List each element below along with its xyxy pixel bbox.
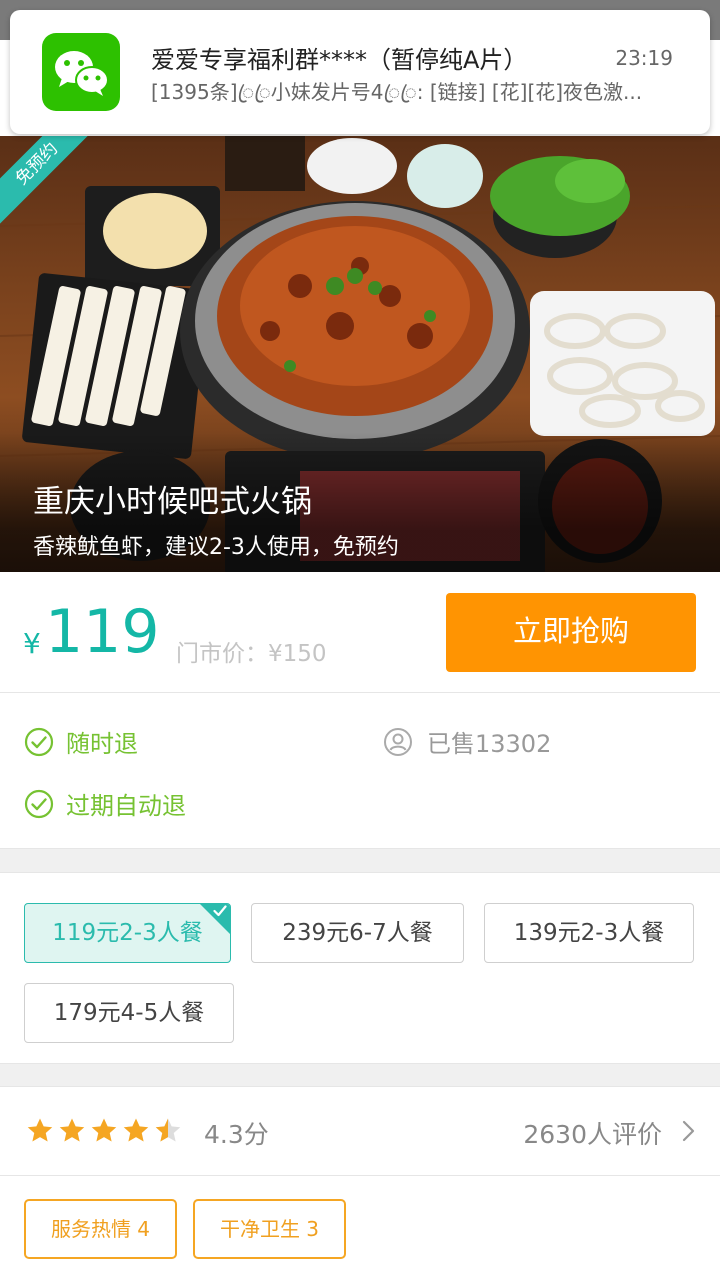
- option-label: 119元2-3人餐: [52, 920, 203, 946]
- user-icon: [384, 727, 412, 756]
- star-rating: [25, 1116, 185, 1146]
- review-tags: 服务热情 4 干净卫生 3: [0, 1177, 720, 1280]
- star-half-icon: [155, 1118, 181, 1142]
- section-divider: [0, 848, 720, 873]
- wechat-icon: [42, 33, 120, 111]
- rating-score: 4.3分: [204, 1120, 269, 1149]
- deal-subtitle: 香辣鱿鱼虾，建议2-3人使用，免预约: [33, 535, 399, 560]
- option-label: 139元2-3人餐: [513, 920, 665, 946]
- feature-label: 随时退: [66, 730, 138, 758]
- star-full-icon: [123, 1118, 149, 1142]
- notification-title: 爱爱专享福利群****（暂停纯A片）: [151, 46, 528, 74]
- option-239-6-7[interactable]: 239元6-7人餐: [251, 903, 464, 963]
- wechat-notification[interactable]: 爱爱专享福利群****（暂停纯A片） 23:19 [1395条]ꦿꦿ小妹发片号4…: [10, 10, 710, 134]
- deal-hero-image[interactable]: 免预约 重庆小时候吧式火锅 香辣鱿鱼虾，建议2-3人使用，免预约: [0, 136, 720, 572]
- star-full-icon: [27, 1118, 53, 1142]
- section-divider: [0, 1063, 720, 1087]
- option-119-2-3[interactable]: 119元2-3人餐: [24, 903, 231, 963]
- sold-count-label: 已售13302: [427, 730, 552, 758]
- check-circle-icon: [24, 789, 54, 818]
- check-circle-icon: [24, 727, 54, 756]
- price-section: ¥ 119 门市价：¥150 立即抢购: [0, 572, 720, 693]
- deal-title: 重庆小时候吧式火锅: [33, 484, 312, 520]
- option-179-4-5[interactable]: 179元4-5人餐: [24, 983, 234, 1043]
- notification-message: [1395条]ꦿꦿ小妹发片号4ꦿꦿ: [链接] [花][花]夜色激...: [151, 80, 643, 104]
- service-features: 随时退 过期自动退 已售13302: [0, 694, 720, 848]
- notification-time: 23:19: [615, 46, 673, 70]
- tag-cleanliness[interactable]: 干净卫生 3: [193, 1199, 346, 1259]
- currency-symbol: ¥: [23, 627, 41, 660]
- feature-auto-refund: 过期自动退: [24, 786, 186, 821]
- option-label: 179元4-5人餐: [53, 1000, 205, 1026]
- deal-price: 119: [45, 597, 160, 667]
- feature-label: 过期自动退: [66, 792, 186, 820]
- sold-count: 已售13302: [383, 724, 551, 759]
- buy-now-button[interactable]: 立即抢购: [446, 593, 696, 672]
- chevron-right-icon[interactable]: [682, 1120, 696, 1142]
- rating-row[interactable]: 4.3分 2630人评价: [0, 1087, 720, 1176]
- package-options: 119元2-3人餐 239元6-7人餐 139元2-3人餐 179元4-5人餐: [0, 873, 720, 1063]
- option-139-2-3[interactable]: 139元2-3人餐: [484, 903, 694, 963]
- checkmark-icon: [213, 905, 227, 917]
- star-full-icon: [59, 1118, 85, 1142]
- feature-refund-anytime: 随时退: [24, 724, 138, 759]
- option-label: 239元6-7人餐: [282, 920, 433, 946]
- tag-service[interactable]: 服务热情 4: [24, 1199, 177, 1259]
- original-price: 门市价：¥150: [176, 641, 327, 667]
- star-full-icon: [91, 1118, 117, 1142]
- review-count[interactable]: 2630人评价: [523, 1115, 662, 1151]
